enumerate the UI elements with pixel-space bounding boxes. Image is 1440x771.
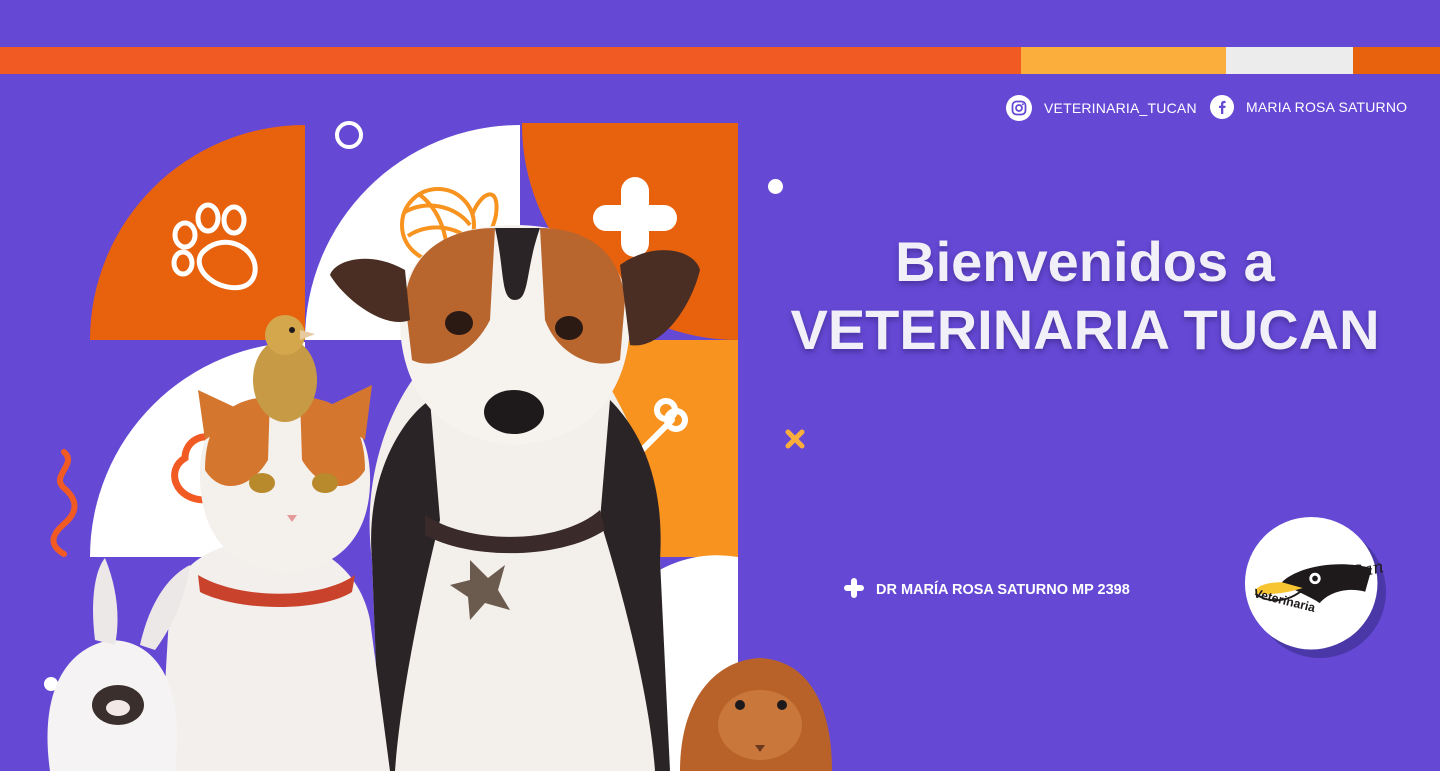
header-stripe-dark-orange bbox=[1353, 47, 1440, 74]
instagram-link[interactable]: VETERINARIA_TUCAN bbox=[1006, 95, 1197, 121]
facebook-name: MARIA ROSA SATURNO bbox=[1246, 99, 1408, 115]
instagram-handle: VETERINARIA_TUCAN bbox=[1044, 100, 1197, 116]
facebook-icon bbox=[1210, 95, 1234, 119]
header-stripe-yellow bbox=[1021, 47, 1226, 74]
tile-quarter-orange bbox=[90, 125, 305, 340]
pets-collage-illustration bbox=[47, 123, 832, 771]
veterinaria-tucan-logo: u-Can Veterinaria bbox=[1244, 516, 1386, 658]
facebook-link[interactable]: MARIA ROSA SATURNO bbox=[1210, 95, 1407, 119]
instagram-icon bbox=[1006, 95, 1032, 121]
doctor-name: DR MARÍA ROSA SATURNO MP 2398 bbox=[876, 582, 1130, 598]
dog-illustration bbox=[330, 225, 700, 771]
header-stripe-light bbox=[1226, 47, 1353, 74]
